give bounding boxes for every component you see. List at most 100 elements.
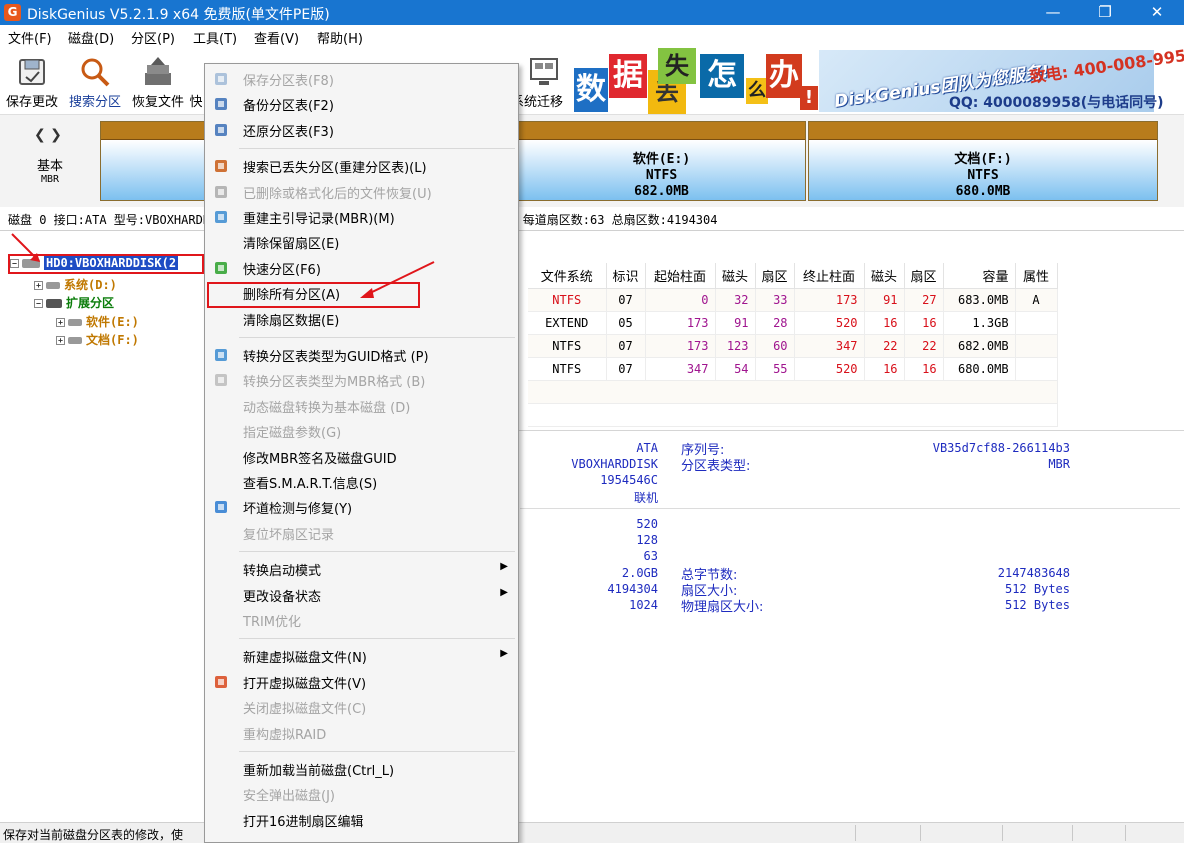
- cell-end-sector: 27: [904, 288, 944, 312]
- divider: [0, 230, 1184, 231]
- cell-end-sector: 16: [904, 311, 944, 335]
- cell-end-cyl: 520: [794, 357, 865, 381]
- menu-help[interactable]: 帮助(H): [317, 28, 363, 47]
- disk-tree: − HD0:VBOXHARDDISK(2 + 系统(D:) − 扩展分区 + 软件(E:…: [6, 252, 206, 812]
- extended-partition-icon: [46, 299, 62, 308]
- cell-end-cyl: 347: [794, 334, 865, 358]
- cell-end-head: 22: [864, 334, 905, 358]
- table-row[interactable]: NTFS 07 0 32 33 173 91 27 683.0MB A: [528, 288, 1058, 312]
- file-recover-icon: [213, 184, 229, 200]
- context-menu-label: 转换启动模式: [243, 564, 322, 580]
- col-header[interactable]: 属性: [1015, 263, 1058, 289]
- disk-nav-arrows[interactable]: ❮ ❯: [34, 127, 62, 143]
- context-menu-item[interactable]: 清除保留扇区(E): [205, 230, 518, 254]
- context-menu-item[interactable]: 清除扇区数据(E): [205, 307, 518, 331]
- context-menu-item: 关闭虚拟磁盘文件(C): [205, 695, 518, 719]
- context-menu-item: 已删除或格式化后的文件恢复(U): [205, 180, 518, 204]
- save-changes-button[interactable]: 保存更改: [2, 51, 62, 111]
- table-row-empty: [528, 380, 1058, 404]
- partition-block-docs[interactable]: 文档(F:) NTFS 680.0MB: [808, 121, 1158, 201]
- disk-properties-panel: ATA VBOXHARDDISK 1954546C 联机 序列号: 分区表类型:…: [518, 430, 1184, 820]
- col-header[interactable]: 磁头: [715, 263, 756, 289]
- context-menu-item[interactable]: 备份分区表(F2): [205, 92, 518, 116]
- minimize-button[interactable]: —: [1030, 0, 1076, 25]
- context-menu-item[interactable]: 打开16进制扇区编辑: [205, 808, 518, 832]
- context-menu-item[interactable]: 新建虚拟磁盘文件(N) ▶: [205, 644, 518, 668]
- disk-context-menu: 保存分区表(F8) 备份分区表(F2) 还原分区表(F3) 搜索已丢失分区(重建分区表…: [204, 63, 519, 843]
- banner-tile: 怎: [700, 54, 744, 98]
- context-menu-item[interactable]: 坏道检测与修复(Y): [205, 495, 518, 519]
- context-menu-item[interactable]: 重新加载当前磁盘(Ctrl_L): [205, 757, 518, 781]
- table-row[interactable]: EXTEND 05 173 91 28 520 16 16 1.3GB: [528, 311, 1058, 335]
- cell-id: 07: [606, 357, 646, 381]
- annotation-arrow: [11, 233, 40, 262]
- context-menu-item[interactable]: 还原分区表(F3): [205, 118, 518, 142]
- menu-view[interactable]: 查看(V): [254, 28, 299, 47]
- context-menu-item[interactable]: 转换启动模式 ▶: [205, 557, 518, 581]
- expand-icon[interactable]: +: [56, 318, 65, 327]
- window-title: DiskGenius V5.2.1.9 x64 免费版(单文件PE版): [27, 7, 330, 23]
- menu-tools[interactable]: 工具(T): [193, 28, 237, 47]
- app-icon[interactable]: G: [4, 4, 21, 21]
- partition-icon: [46, 282, 60, 289]
- col-header[interactable]: 起始柱面: [645, 263, 716, 289]
- expand-icon[interactable]: +: [56, 336, 65, 345]
- tree-item-docs[interactable]: + 文档(F:): [56, 331, 139, 348]
- prop-model: VBOXHARDDISK: [571, 457, 658, 471]
- context-menu-item[interactable]: 打开虚拟磁盘文件(V): [205, 670, 518, 694]
- col-header[interactable]: 终止柱面: [794, 263, 865, 289]
- context-menu-label: 指定磁盘参数(G): [243, 426, 342, 442]
- backup-table-icon: [213, 96, 229, 112]
- table-row[interactable]: NTFS 07 347 54 55 520 16 16 680.0MB: [528, 357, 1058, 381]
- menu-disk[interactable]: 磁盘(D): [68, 28, 114, 47]
- collapse-icon[interactable]: −: [34, 299, 43, 308]
- col-header[interactable]: 扇区: [904, 263, 944, 289]
- table-row-empty: [528, 403, 1058, 427]
- recover-files-label: 恢复文件: [131, 95, 184, 110]
- partition-block-software[interactable]: 软件(E:) NTFS 682.0MB: [518, 121, 806, 201]
- col-header[interactable]: 标识: [606, 263, 646, 289]
- quick-partition-button[interactable]: 快: [186, 51, 206, 111]
- context-menu-item[interactable]: 查看S.M.A.R.T.信息(S): [205, 470, 518, 494]
- promo-banner[interactable]: 数 据 丢 失 怎 么 办 ! DiskGenius团队为您服务! 致电: 40…: [574, 44, 1184, 114]
- col-header[interactable]: 文件系统: [528, 263, 607, 289]
- partition-size: 682.0MB: [634, 184, 689, 199]
- col-header[interactable]: 磁头: [864, 263, 905, 289]
- disk-type: 基本 MBR: [30, 155, 70, 185]
- system-migration-button[interactable]: 系统迁移: [511, 51, 577, 111]
- rebuild-mbr-icon: [213, 209, 229, 225]
- menu-separator: [239, 148, 515, 150]
- table-row[interactable]: NTFS 07 173 123 60 347 22 22 682.0MB: [528, 334, 1058, 358]
- banner-tile: 么: [746, 78, 768, 104]
- tree-item-extended[interactable]: − 扩展分区: [34, 294, 114, 311]
- menu-partition[interactable]: 分区(P): [131, 28, 175, 47]
- restore-button[interactable]: ❐: [1082, 0, 1128, 25]
- close-button[interactable]: ✕: [1134, 0, 1180, 25]
- recover-files-button[interactable]: 恢复文件: [128, 51, 188, 111]
- search-partition-button[interactable]: 搜索分区: [65, 51, 125, 111]
- context-menu-item[interactable]: 更改设备状态 ▶: [205, 583, 518, 607]
- context-menu-label: 转换分区表类型为GUID格式 (P): [243, 350, 429, 365]
- menu-separator: [239, 551, 515, 553]
- cell-end-cyl: 520: [794, 311, 865, 335]
- prop-cylinders: 520: [636, 517, 658, 531]
- cell-end-head: 91: [864, 288, 905, 312]
- cell-end-sector: 16: [904, 357, 944, 381]
- context-menu-label: 已删除或格式化后的文件恢复(U): [243, 186, 432, 202]
- menu-bar: 文件(F) 磁盘(D) 分区(P) 工具(T) 查看(V) 帮助(H): [0, 25, 1184, 47]
- context-menu-item[interactable]: 搜索已丢失分区(重建分区表)(L): [205, 154, 518, 178]
- context-menu-item[interactable]: 修改MBR签名及磁盘GUID: [205, 445, 518, 469]
- cell-capacity: 680.0MB: [943, 357, 1016, 381]
- context-menu-item[interactable]: 重建主引导记录(MBR)(M): [205, 205, 518, 229]
- expand-icon[interactable]: +: [34, 281, 43, 290]
- col-header[interactable]: 容量: [943, 263, 1016, 289]
- menu-file[interactable]: 文件(F): [8, 28, 52, 47]
- open-vdisk-icon: [213, 674, 229, 690]
- context-menu-item: 动态磁盘转换为基本磁盘 (D): [205, 394, 518, 418]
- partition-icon: [68, 337, 82, 344]
- tree-item-software[interactable]: + 软件(E:): [56, 313, 139, 330]
- col-header[interactable]: 扇区: [755, 263, 795, 289]
- context-menu-item[interactable]: 转换分区表类型为GUID格式 (P): [205, 343, 518, 367]
- submenu-arrow-icon: ▶: [500, 648, 508, 660]
- menu-separator: [239, 751, 515, 752]
